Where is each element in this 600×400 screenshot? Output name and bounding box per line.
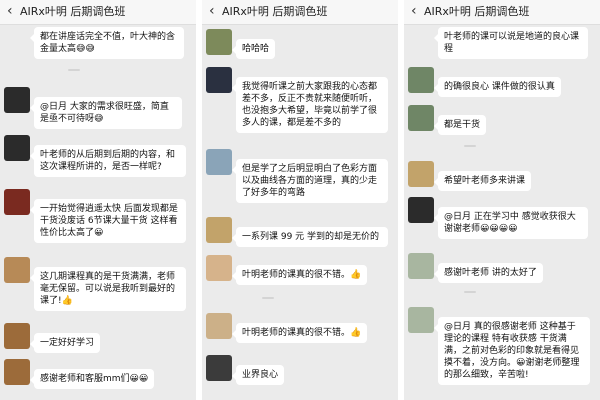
message-bubble[interactable]: 感谢老师和客服mm们😀😀 [29,369,155,389]
message-bubble[interactable]: 的确很良心 课件做的很认真 [434,77,561,97]
avatar[interactable] [4,135,30,161]
avatar[interactable] [4,87,30,113]
chat-header: ‹ AIRx叶明 后期调色班 [202,0,398,25]
message-bubble[interactable]: 叶明老师的课真的很不错。👍 [231,323,368,343]
avatar[interactable] [206,29,232,55]
message-bubble[interactable]: 都是干货 [433,115,487,135]
timestamp [262,297,274,299]
message-bubble[interactable]: 叶老师的课可以说是地道的良心课程 [434,27,588,59]
avatar[interactable] [4,323,30,349]
message-bubble[interactable]: @日月 大家的需求很旺盛，简直是亟不可待呀😅 [30,97,182,129]
avatar[interactable] [206,217,232,243]
message-bubble[interactable]: 业界良心 [231,365,285,385]
message-bubble[interactable]: 一定好好学习 [29,333,101,353]
message-list[interactable]: 都在讲座话完全不值，叶大神的含金量太高😅😅 @日月 大家的需求很旺盛，简直是亟不… [0,25,196,400]
message-bubble[interactable]: 感谢叶老师 讲的太好了 [434,263,543,283]
chevron-left-icon[interactable]: ‹ [7,3,13,19]
message-bubble[interactable]: 叶老师的从后期到后期的内容，和这次课程所讲的，是否一样呢? [30,145,186,177]
message-bubble[interactable]: 都在讲座话完全不值，叶大神的含金量太高😅😅 [30,27,184,59]
chevron-left-icon[interactable]: ‹ [209,3,215,19]
timestamp [464,291,476,293]
avatar[interactable] [206,67,232,93]
avatar[interactable] [408,67,434,93]
avatar[interactable] [408,161,434,187]
timestamp [464,145,476,147]
message-bubble[interactable]: 一开始觉得逍遥太快 后面发现都是干货没废话 6节课大量干货 这样看性价比太高了😀 [30,199,186,243]
avatar[interactable] [206,355,232,381]
chat-screen-3: ‹ AIRx叶明 后期调色班 叶老师的课可以说是地道的良心课程 的确很良心 课件… [404,0,600,400]
message-bubble[interactable]: 希望叶老师多来讲课 [433,171,532,191]
message-list[interactable]: 叶老师的课可以说是地道的良心课程 的确很良心 课件做的很认真 都是干货 希望叶老… [404,25,600,400]
avatar[interactable] [408,307,434,333]
avatar[interactable] [4,257,30,283]
message-bubble[interactable]: 我觉得听课之前大家跟我的心态都差不多，反正不贵就来随便听听，也没抱多大希望，毕竟… [232,77,388,133]
chat-title: AIRx叶明 后期调色班 [424,5,530,18]
chat-screen-2: ‹ AIRx叶明 后期调色班 哈哈哈 我觉得听课之前大家跟我的心态都差不多，反正… [202,0,398,400]
chevron-left-icon[interactable]: ‹ [411,3,417,19]
avatar[interactable] [206,313,232,339]
chat-title: AIRx叶明 后期调色班 [20,5,126,18]
avatar[interactable] [4,189,30,215]
message-bubble[interactable]: 叶明老师的课真的很不错。👍 [231,265,368,285]
chat-header: ‹ AIRx叶明 后期调色班 [0,0,196,25]
avatar[interactable] [206,149,232,175]
chat-header: ‹ AIRx叶明 后期调色班 [404,0,600,25]
avatar[interactable] [206,255,232,281]
message-bubble[interactable]: 哈哈哈 [231,39,276,59]
avatar[interactable] [408,105,434,131]
message-bubble[interactable]: 但是学了之后明显明白了色彩方面以及曲线各方面的道理，真的少走了好多年的弯路 [232,159,388,203]
message-bubble[interactable]: 这几期课程真的是干货满满，老师毫无保留。可以说是我听到最好的课了!👍 [30,267,186,311]
avatar[interactable] [408,197,434,223]
message-bubble[interactable]: @日月 真的很感谢老师 这种基于理论的课程 特有收获感 干货满满，之前对色彩的印… [434,317,590,385]
chat-screen-1: ‹ AIRx叶明 后期调色班 都在讲座话完全不值，叶大神的含金量太高😅😅 @日月… [0,0,196,400]
avatar[interactable] [4,359,30,385]
timestamp [68,69,80,71]
chat-title: AIRx叶明 后期调色班 [222,5,328,18]
message-bubble[interactable]: 一系列课 99 元 学到的却是无价的 [232,227,388,247]
message-bubble[interactable]: @日月 正在学习中 感觉收获很大 谢谢老师😀😀😀😀 [434,207,588,239]
message-list[interactable]: 哈哈哈 我觉得听课之前大家跟我的心态都差不多，反正不贵就来随便听听，也没抱多大希… [202,25,398,400]
chat-screens: ‹ AIRx叶明 后期调色班 都在讲座话完全不值，叶大神的含金量太高😅😅 @日月… [0,0,600,400]
avatar[interactable] [408,253,434,279]
